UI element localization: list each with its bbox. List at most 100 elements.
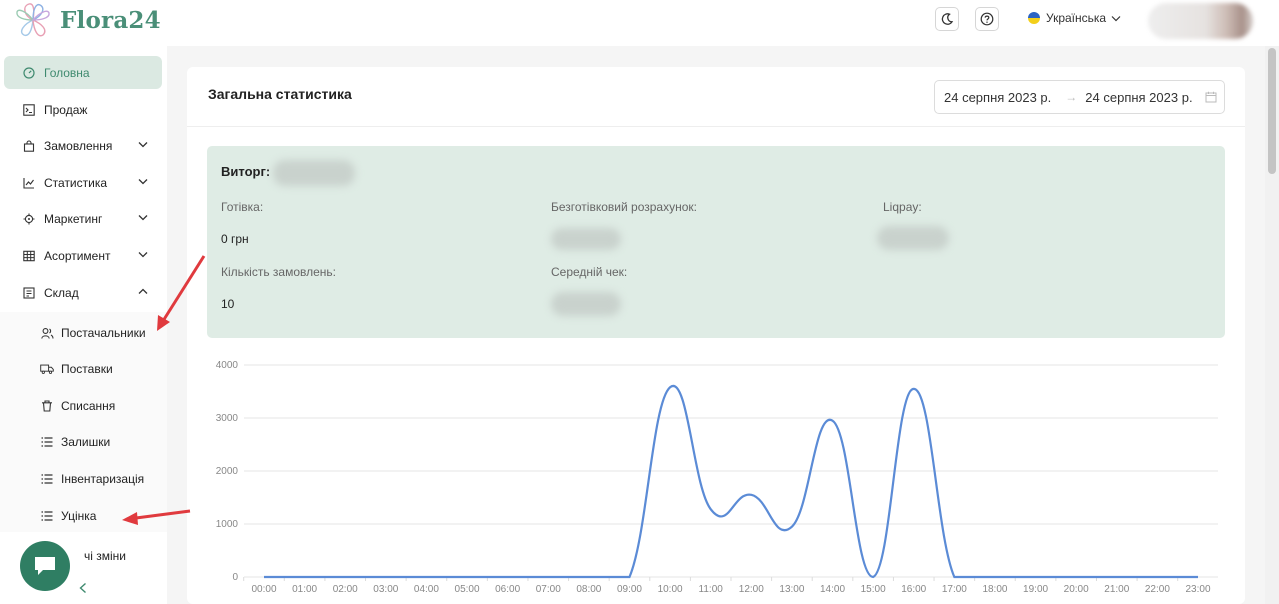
sidebar-item-sales[interactable]: Продаж: [4, 93, 162, 126]
truck-icon: [40, 362, 54, 376]
bag-icon: [22, 139, 36, 153]
calendar-icon: [1205, 91, 1217, 103]
question-circle-icon: [980, 12, 994, 26]
date-range-picker[interactable]: 24 серпня 2023 р. → 24 серпня 2023 р.: [934, 80, 1225, 114]
language-label: Українська: [1046, 11, 1107, 25]
sidebar-item-assortment[interactable]: Асортимент: [4, 239, 162, 272]
cashless-label: Безготівковий розрахунок:: [551, 200, 697, 214]
trash-icon: [40, 399, 54, 413]
liqpay-value-redacted: [877, 226, 949, 250]
scrollbar-thumb[interactable]: [1268, 48, 1276, 174]
y-axis-ticks: 0 1000 2000 3000 4000: [216, 360, 239, 583]
top-header: Flora24 Українська: [0, 0, 1279, 46]
sidebar-subitem-stock[interactable]: Залишки: [40, 427, 162, 457]
chevron-down-icon: [138, 252, 148, 258]
sidebar: Головна Продаж Замовлення Статистика Мар…: [0, 46, 167, 604]
moon-icon: [941, 13, 954, 25]
list-icon: [40, 435, 54, 449]
divider: [187, 126, 1245, 127]
x-tick-label: 23:00: [1185, 584, 1210, 595]
x-tick-label: 13:00: [779, 584, 804, 595]
collapse-sidebar-button[interactable]: [78, 582, 88, 597]
sidebar-item-statistics[interactable]: Статистика: [4, 166, 162, 199]
date-to[interactable]: 24 серпня 2023 р.: [1085, 90, 1192, 105]
statistics-card: Загальна статистика 24 серпня 2023 р. → …: [187, 67, 1245, 604]
sidebar-subitem-label: Списання: [61, 399, 116, 413]
sidebar-subitem-markdown[interactable]: Уцінка: [40, 501, 162, 531]
sidebar-subitem-suppliers[interactable]: Постачальники: [40, 318, 162, 348]
terminal-icon: [22, 103, 36, 117]
x-tick-label: 11:00: [699, 584, 724, 595]
average-check-label: Середній чек:: [551, 265, 628, 279]
stats-panel: Виторг: Готівка: 0 грн Безготівковий роз…: [207, 146, 1225, 338]
x-tick-label: 20:00: [1064, 584, 1089, 595]
chart-grid: [244, 364, 1218, 578]
x-tick-label: 04:00: [414, 584, 439, 595]
list-icon: [40, 509, 54, 523]
help-button[interactable]: [975, 7, 999, 31]
cashless-value-redacted: [551, 228, 621, 250]
page-title: Загальна статистика: [208, 86, 352, 102]
x-tick-label: 05:00: [455, 584, 480, 595]
x-tick-label: 07:00: [536, 584, 561, 595]
x-tick-label: 21:00: [1104, 584, 1129, 595]
chat-bubble-icon: [35, 557, 55, 575]
sidebar-subitem-label: Уцінка: [61, 509, 97, 523]
chevron-down-icon: [1111, 15, 1121, 21]
language-selector[interactable]: Українська: [1028, 11, 1121, 25]
x-tick-label: 16:00: [901, 584, 926, 595]
sidebar-item-label: Маркетинг: [44, 211, 103, 226]
aim-icon: [22, 212, 36, 226]
sidebar-subitem-write-offs[interactable]: Списання: [40, 391, 162, 421]
sidebar-subitem-inventory[interactable]: Інвентаризація: [40, 464, 162, 494]
average-check-value-redacted: [551, 292, 621, 316]
page-scrollbar[interactable]: [1265, 46, 1279, 604]
chevron-down-icon: [138, 215, 148, 221]
orders-count-label: Кількість замовлень:: [221, 265, 336, 279]
sidebar-item-home[interactable]: Головна: [4, 56, 162, 89]
x-tick-label: 15:00: [861, 584, 886, 595]
x-tick-label: 09:00: [617, 584, 642, 595]
y-tick-label: 0: [232, 572, 238, 583]
sidebar-subitem-label: Інвентаризація: [61, 472, 145, 486]
chevron-down-icon: [138, 142, 148, 148]
y-tick-label: 1000: [216, 519, 239, 530]
x-tick-label: 14:00: [820, 584, 845, 595]
x-tick-label: 10:00: [658, 584, 683, 595]
users-icon: [40, 326, 54, 340]
revenue-label: Виторг:: [221, 164, 271, 179]
sidebar-item-marketing[interactable]: Маркетинг: [4, 202, 162, 235]
theme-toggle-button[interactable]: [935, 7, 959, 31]
sidebar-item-label: Замовлення: [44, 138, 113, 153]
cash-label: Готівка:: [221, 200, 264, 214]
arrow-right-icon: →: [1065, 90, 1078, 104]
x-axis-ticks: 00:00 01:00 02:00 03:00 04:00 05:00 06:00 07:00…: [243, 577, 1211, 595]
x-tick-label: 00:00: [251, 584, 276, 595]
x-tick-label: 12:00: [739, 584, 764, 595]
x-tick-label: 18:00: [982, 584, 1007, 595]
y-tick-label: 3000: [216, 413, 239, 424]
sidebar-subitem-deliveries[interactable]: Поставки: [40, 354, 162, 384]
sidebar-item-label: Статистика: [44, 175, 108, 190]
liqpay-label: Liqpay:: [883, 200, 922, 214]
x-tick-label: 17:00: [942, 584, 967, 595]
sidebar-item-orders[interactable]: Замовлення: [4, 129, 162, 162]
sidebar-subitem-label: Поставки: [61, 362, 113, 376]
x-tick-label: 22:00: [1145, 584, 1170, 595]
chevron-left-icon: [79, 582, 86, 594]
user-profile-avatar[interactable]: [1148, 3, 1253, 39]
chat-button[interactable]: [20, 541, 70, 591]
brand-logo[interactable]: Flora24: [12, 0, 161, 40]
revenue-value-redacted: [273, 160, 355, 186]
x-tick-label: 08:00: [576, 584, 601, 595]
sidebar-subitem-label: Залишки: [61, 435, 111, 449]
sidebar-item-label: чі зміни: [84, 548, 126, 563]
orders-count-value: 10: [221, 297, 235, 311]
list-icon: [40, 472, 54, 486]
ukraine-flag-icon: [1028, 12, 1040, 24]
series-line: [263, 384, 1198, 579]
sidebar-item-warehouse[interactable]: Склад: [4, 276, 162, 309]
date-from[interactable]: 24 серпня 2023 р.: [944, 90, 1051, 105]
table-icon: [22, 249, 36, 263]
hourly-sales-chart: 0 1000 2000 3000 4000 00:00 01:00 02:00 03:00 04…: [216, 360, 1218, 595]
